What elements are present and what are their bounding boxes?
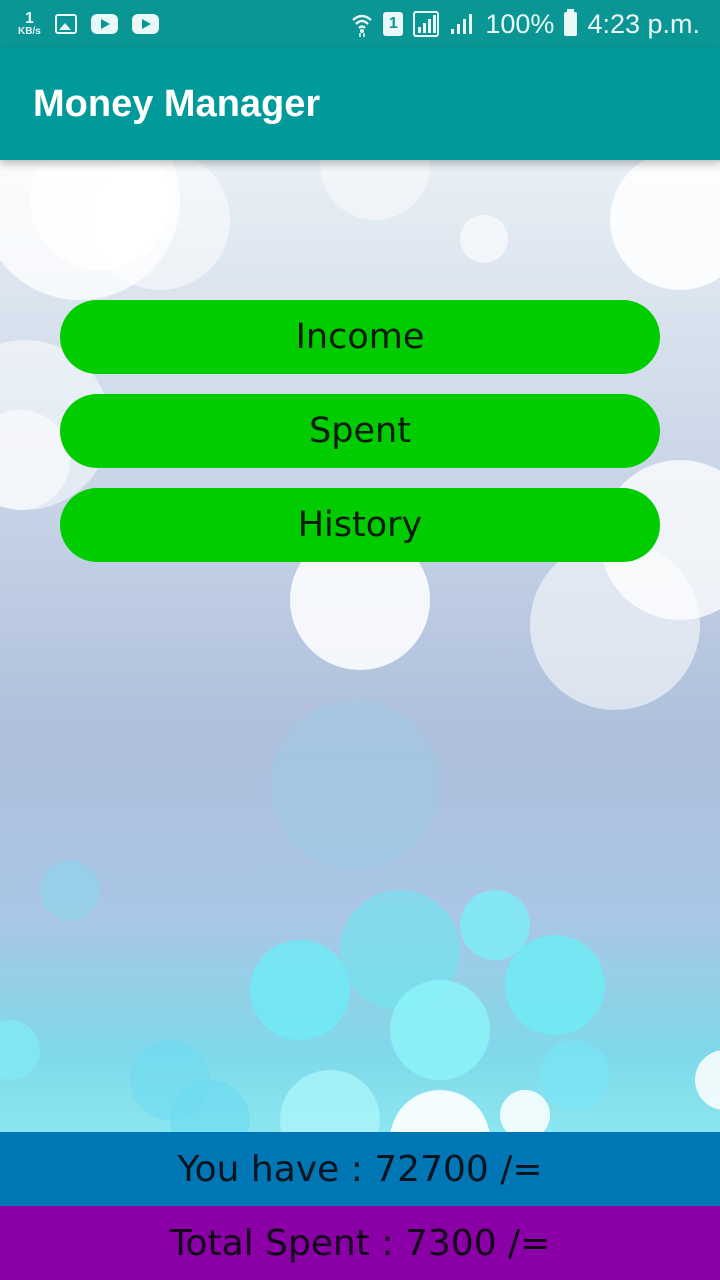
bokeh-circle [610, 160, 720, 290]
signal-box-icon [413, 11, 440, 37]
bokeh-circle [320, 160, 430, 220]
youtube-notification-icon [90, 14, 118, 34]
battery-percent: 100% [485, 8, 555, 39]
bokeh-circle [90, 160, 230, 290]
gallery-notification-icon [54, 14, 77, 34]
bokeh-circle [530, 540, 700, 710]
app-title: Money Manager [33, 82, 321, 125]
bokeh-circle [500, 1090, 550, 1132]
status-right: 1 100% 4:23 p.m. [351, 9, 700, 40]
bokeh-circle [40, 860, 100, 920]
spent-button[interactable]: Spent [60, 394, 660, 468]
status-bar: 1 KB/s 1 100% 4:23 p.m. [0, 0, 720, 48]
bokeh-circle [505, 935, 605, 1035]
sim-icon: 1 [383, 12, 404, 36]
bokeh-circle [540, 1040, 610, 1110]
bokeh-circle [270, 700, 440, 870]
signal-icon [451, 14, 473, 34]
balance-text: You have : 72700 /= [177, 1148, 543, 1190]
app-bar: Money Manager [0, 48, 720, 160]
network-speed-value: 1 [24, 10, 34, 27]
bokeh-circle [250, 940, 350, 1040]
total-spent-text: Total Spent : 7300 /= [169, 1222, 551, 1264]
bokeh-circle [460, 215, 508, 263]
bokeh-circle [390, 1090, 490, 1132]
bokeh-circle [695, 1050, 720, 1110]
bokeh-circle [280, 1070, 380, 1132]
history-button[interactable]: History [60, 488, 660, 562]
battery-icon [564, 9, 578, 36]
network-speed-unit: KB/s [18, 26, 41, 37]
income-button[interactable]: Income [60, 300, 660, 374]
clock: 4:23 p.m. [587, 8, 700, 39]
balance-bar: You have : 72700 /= [0, 1132, 720, 1206]
bokeh-circle [390, 980, 490, 1080]
network-speed: 1 KB/s [18, 11, 41, 37]
wifi-icon [352, 14, 373, 37]
status-left: 1 KB/s [18, 11, 159, 37]
total-spent-bar: Total Spent : 7300 /= [0, 1206, 720, 1280]
bokeh-circle [0, 1020, 40, 1080]
youtube-notification-icon-2 [131, 14, 159, 34]
